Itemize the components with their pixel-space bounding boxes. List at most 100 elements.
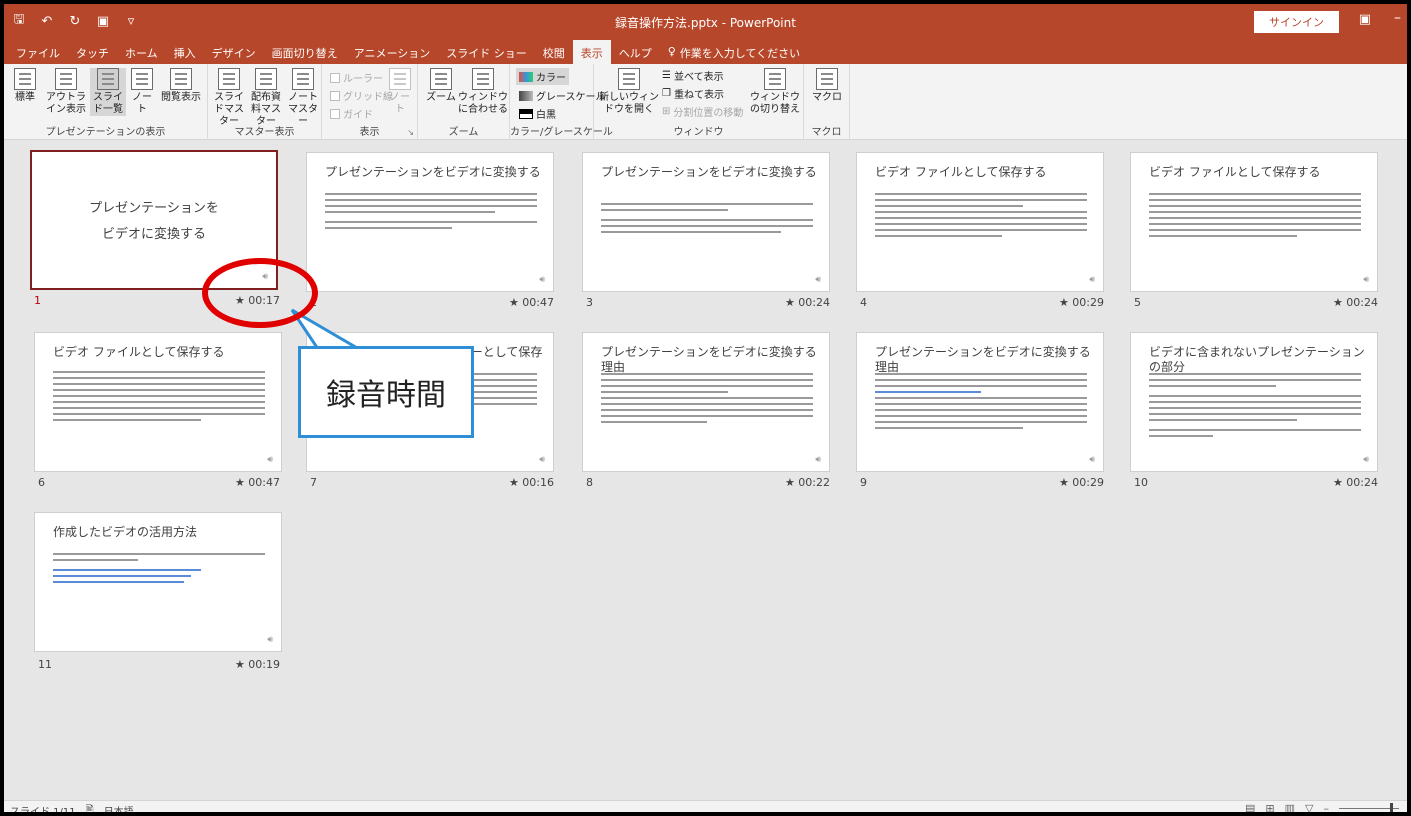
speaker-icon: 🔊︎: [1089, 455, 1095, 465]
speaker-icon: 🔊︎: [1363, 275, 1369, 285]
fit-window-icon: [472, 68, 494, 90]
slide-number: 11: [38, 658, 52, 671]
arrange-all-button[interactable]: ☰ 並べて表示: [662, 68, 724, 83]
slide-thumbnail-3[interactable]: プレゼンテーションをビデオに変換する 🔊︎: [582, 152, 830, 292]
color-option[interactable]: カラー: [516, 68, 569, 85]
speaker-icon: 🔊︎: [539, 455, 545, 465]
slide-sorter-status-icon[interactable]: ⊞: [1265, 802, 1274, 812]
group-label: カラー/グレースケール: [510, 127, 613, 138]
slide-thumbnail-8[interactable]: プレゼンテーションをビデオに変換する理由 🔊︎: [582, 332, 830, 472]
black-white-option[interactable]: 白黒: [519, 106, 556, 121]
ruler-checkbox[interactable]: ルーラー: [330, 70, 383, 85]
reading-view-status-icon[interactable]: ▥: [1285, 802, 1295, 812]
tab-animations[interactable]: アニメーション: [346, 40, 439, 64]
slide-master-icon: [218, 68, 240, 90]
tab-home[interactable]: ホーム: [117, 40, 166, 64]
dialog-launcher-icon[interactable]: ↘: [407, 128, 414, 137]
new-window-button[interactable]: 新しいウィンドウを開く: [598, 68, 660, 116]
notes-page-button[interactable]: ノート: [128, 68, 156, 116]
zoom-out-icon[interactable]: –: [1324, 802, 1330, 812]
slide-sorter-button[interactable]: スライド一覧: [90, 68, 126, 116]
language-indicator[interactable]: 日本語: [104, 803, 134, 812]
tell-me-box[interactable]: ♀ 作業を入力してください: [660, 40, 808, 64]
handout-master-button[interactable]: 配布資料マスター: [248, 68, 284, 128]
tab-touch[interactable]: タッチ: [68, 40, 117, 64]
slide-title: プレゼンテーションを ビデオに変換する: [89, 201, 219, 242]
slide-timing: ★ 00:19: [234, 658, 280, 671]
move-split-button[interactable]: ⊞ 分割位置の移動: [662, 104, 743, 119]
switch-windows-button[interactable]: ウィンドウの切り替え: [750, 68, 800, 116]
lightbulb-icon: ♀: [667, 45, 676, 58]
tell-me-text: 作業を入力してください: [679, 47, 801, 60]
slide-thumbnail-4[interactable]: ビデオ ファイルとして保存する 🔊︎: [856, 152, 1104, 292]
group-color-grayscale: カラー グレースケール 白黒 カラー/グレースケール: [510, 64, 613, 140]
gridlines-checkbox[interactable]: グリッド線: [330, 88, 393, 103]
handout-master-icon: [255, 68, 277, 90]
normal-view-status-icon[interactable]: ▤: [1245, 802, 1255, 812]
macro-button[interactable]: マクロ: [810, 68, 844, 104]
slide-thumbnail-9[interactable]: プレゼンテーションをビデオに変換する理由 🔊︎: [856, 332, 1104, 472]
cascade-button[interactable]: ❐ 重ねて表示: [662, 86, 724, 101]
slide-thumbnail-2[interactable]: プレゼンテーションをビデオに変換する 🔊︎: [306, 152, 554, 292]
slide-title: ビデオ ファイルとして保存する: [1149, 165, 1321, 179]
tab-design[interactable]: デザイン: [204, 40, 264, 64]
slide-timing: ★ 00:24: [1332, 296, 1378, 309]
guides-checkbox[interactable]: ガイド: [330, 106, 373, 121]
group-macro: マクロ マクロ: [804, 64, 850, 140]
fit-to-window-button[interactable]: ウィンドウに合わせる: [458, 68, 508, 116]
outline-view-button[interactable]: アウトライン表示: [46, 68, 86, 116]
slide-number: 5: [1134, 296, 1141, 309]
ribbon-display-icon[interactable]: ▣: [1359, 12, 1371, 27]
slide-title: プレゼンテーションをビデオに変換する: [325, 165, 541, 179]
tab-view[interactable]: 表示: [572, 40, 611, 64]
zoom-button[interactable]: ズーム: [424, 68, 458, 104]
slide-timing: ★ 00:29: [1058, 296, 1104, 309]
zoom-slider[interactable]: [1339, 803, 1399, 812]
group-label: プレゼンテーションの表示: [45, 127, 166, 138]
slide-thumbnail-10[interactable]: ビデオに含まれないプレゼンテーションの部分 🔊︎: [1130, 332, 1378, 472]
callout-label: 録音時間: [298, 346, 474, 438]
group-label: ズーム: [448, 127, 479, 138]
slide-timing: ★ 00:24: [784, 296, 830, 309]
color-swatch-icon: [519, 71, 533, 82]
slide-master-button[interactable]: スライドマスター: [212, 68, 246, 128]
tab-review[interactable]: 校閲: [535, 40, 573, 64]
slide-thumbnail-6[interactable]: ビデオ ファイルとして保存する 🔊︎: [34, 332, 282, 472]
cascade-icon: ❐: [662, 88, 671, 99]
speaker-icon: 🔊︎: [815, 455, 821, 465]
slide-title: プレゼンテーションをビデオに変換する理由: [875, 345, 1091, 374]
spellcheck-icon[interactable]: 🖹︎: [86, 803, 94, 812]
slide-sorter-grid: プレゼンテーションを ビデオに変換する 🔊︎ 1 ★ 00:17 プレゼンテーシ…: [4, 140, 1407, 804]
slide-number: 8: [586, 476, 593, 489]
title-bar: 🖫 ↶ ↻ ▣ ▿ 録音操作方法.pptx - PowerPoint サインイン…: [4, 4, 1407, 40]
grayscale-option[interactable]: グレースケール: [519, 88, 606, 103]
slide-timing: ★ 00:47: [234, 476, 280, 489]
slide-timing: ★ 00:16: [508, 476, 554, 489]
notes-icon: [389, 68, 411, 90]
ribbon: 標準 アウトライン表示 スライド一覧 ノート 閲覧表示 プレゼンテーションの表示…: [4, 64, 1407, 140]
tab-transitions[interactable]: 画面切り替え: [264, 40, 346, 64]
notes-button[interactable]: ノート: [386, 68, 414, 116]
powerpoint-window: 🖫 ↶ ↻ ▣ ▿ 録音操作方法.pptx - PowerPoint サインイン…: [0, 0, 1411, 816]
slide-timing: ★ 00:22: [784, 476, 830, 489]
tab-file[interactable]: ファイル: [8, 40, 68, 64]
signin-button[interactable]: サインイン: [1254, 11, 1339, 33]
minimize-icon[interactable]: –: [1394, 10, 1401, 26]
tab-insert[interactable]: 挿入: [166, 40, 204, 64]
notes-master-icon: [292, 68, 314, 90]
group-label: マスター表示: [234, 127, 295, 138]
normal-view-button[interactable]: 標準: [8, 68, 42, 104]
tab-slideshow[interactable]: スライド ショー: [438, 40, 535, 64]
tab-help[interactable]: ヘルプ: [611, 40, 660, 64]
reading-view-button[interactable]: 閲覧表示: [158, 68, 204, 104]
document-title: 録音操作方法.pptx - PowerPoint: [615, 16, 796, 30]
slide-title: ビデオ ファイルとして保存する: [875, 165, 1047, 179]
slideshow-status-icon[interactable]: ▽: [1305, 802, 1313, 812]
status-bar: スライド 1/11 🖹︎ 日本語 ▤ ⊞ ▥ ▽ –: [4, 800, 1407, 812]
notes-master-button[interactable]: ノートマスター: [286, 68, 320, 128]
slide-thumbnail-5[interactable]: ビデオ ファイルとして保存する 🔊︎: [1130, 152, 1378, 292]
slide-thumbnail-11[interactable]: 作成したビデオの活用方法 🔊︎: [34, 512, 282, 652]
slide-title: ビデオ ファイルとして保存する: [53, 345, 225, 359]
group-zoom: ズーム ウィンドウに合わせる ズーム: [418, 64, 510, 140]
highlight-circle: [202, 258, 318, 328]
